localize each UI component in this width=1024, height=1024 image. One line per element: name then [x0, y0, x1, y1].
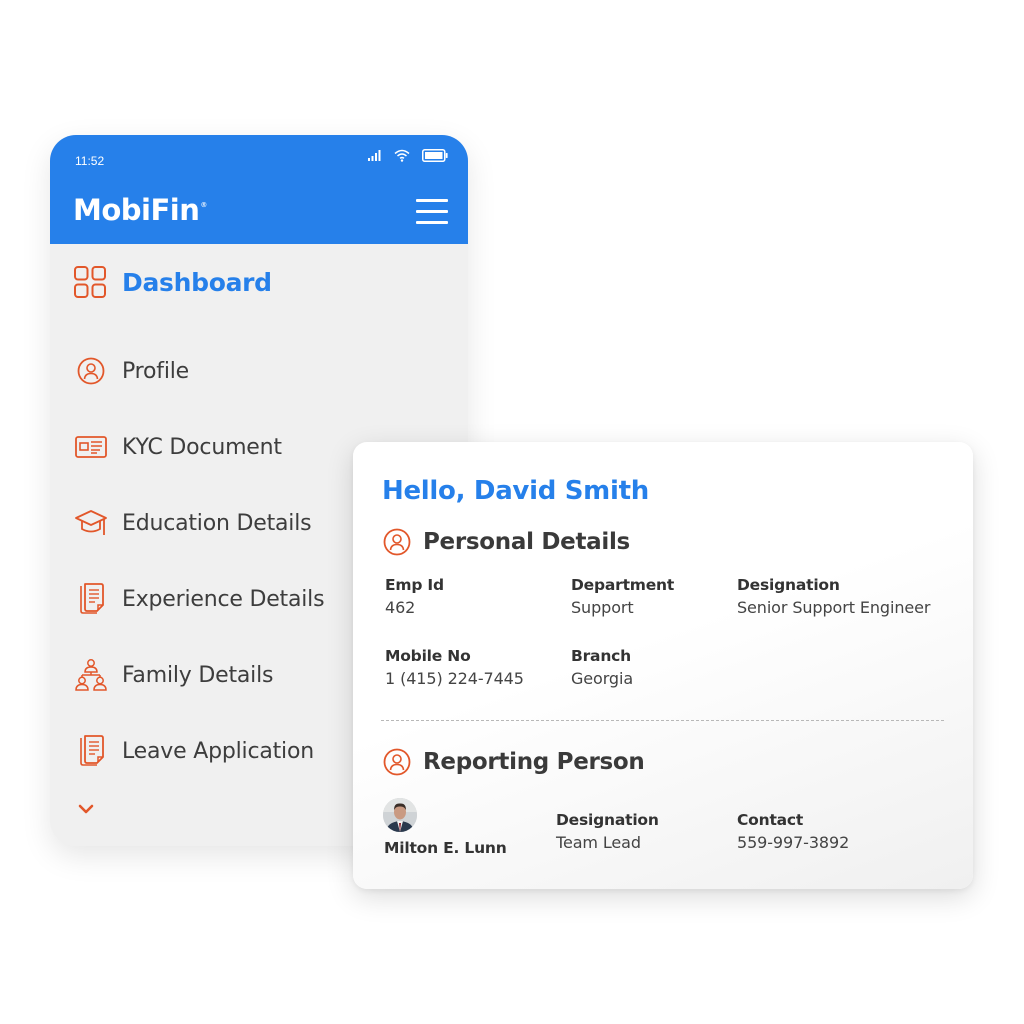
section-divider: [381, 720, 944, 721]
field-label: Designation: [556, 811, 659, 829]
field-reporting-contact: Contact 559-997-3892: [737, 811, 849, 852]
field-label: Designation: [737, 576, 840, 594]
greeting-heading: Hello, David Smith: [382, 476, 649, 506]
reporting-person-heading: Reporting Person: [383, 748, 645, 776]
sidebar-item-education-details[interactable]: Education Details: [74, 506, 312, 540]
field-label: Emp Id: [385, 576, 444, 594]
sidebar-item-family-details[interactable]: Family Details: [74, 658, 273, 692]
chevron-down-icon: [78, 804, 94, 814]
icon-wrapper: [74, 354, 108, 388]
sidebar-item-label: Profile: [122, 358, 190, 384]
field-mobile-no: Mobile No 1 (415) 224-7445: [385, 647, 524, 688]
hamburger-line: [416, 210, 448, 213]
section-title-text: Personal Details: [423, 529, 630, 555]
field-reporting-designation: Designation Team Lead: [556, 811, 659, 852]
field-designation: Designation Senior Support Engineer: [737, 576, 930, 617]
sidebar-item-dashboard[interactable]: Dashboard: [74, 266, 272, 298]
field-value: Senior Support Engineer: [737, 598, 931, 617]
field-label: Mobile No: [385, 647, 471, 665]
icon-wrapper: [74, 430, 108, 464]
hamburger-menu-button[interactable]: [416, 199, 448, 225]
user-circle-icon: [77, 357, 105, 385]
reporting-person-name: Milton E. Lunn: [384, 839, 507, 857]
field-emp-id: Emp Id 462: [385, 576, 444, 617]
field-value: 1 (415) 224-7445: [385, 669, 524, 688]
sidebar-item-label: Experience Details: [122, 586, 325, 612]
sidebar-item-label: Leave Application: [122, 738, 314, 764]
field-department: Department Support: [571, 576, 674, 617]
field-branch: Branch Georgia: [571, 647, 633, 688]
sidebar-item-kyc-document[interactable]: KYC Document: [74, 430, 282, 464]
employee-details-card: Hello, David Smith Personal Details Emp …: [353, 442, 973, 889]
battery-icon: [422, 149, 448, 162]
documents-icon: [80, 583, 104, 614]
status-time: 11:52: [75, 154, 105, 168]
icon-wrapper: [74, 734, 108, 768]
field-label: Branch: [571, 647, 631, 665]
icon-wrapper: [74, 582, 108, 616]
icon-wrapper: [74, 658, 108, 692]
field-value: Georgia: [571, 669, 634, 688]
status-icons: [368, 149, 448, 162]
sidebar-item-label: Family Details: [122, 662, 274, 688]
grid-icon: [74, 266, 106, 298]
registered-mark: ®: [200, 201, 207, 209]
field-label: Department: [571, 576, 675, 594]
wifi-icon: [394, 149, 410, 162]
signal-icon: [368, 150, 381, 161]
avatar: [383, 798, 417, 832]
person-photo-icon: [383, 798, 417, 832]
personal-details-heading: Personal Details: [383, 528, 630, 556]
hamburger-line: [416, 221, 448, 224]
sidebar-item-label: KYC Document: [122, 434, 282, 460]
section-title-text: Reporting Person: [423, 749, 645, 775]
sidebar-item-leave-application[interactable]: Leave Application: [74, 734, 314, 768]
family-tree-icon: [75, 659, 107, 691]
show-more-button[interactable]: [78, 800, 98, 816]
graduation-cap-icon: [75, 510, 107, 535]
field-value: 462: [385, 598, 416, 617]
user-circle-icon: [383, 528, 411, 556]
field-label: Contact: [737, 811, 804, 829]
hamburger-menu-icon: [416, 199, 448, 202]
documents-icon: [80, 735, 104, 766]
sidebar-item-experience-details[interactable]: Experience Details: [74, 582, 325, 616]
field-value: 559-997-3892: [737, 833, 850, 852]
sidebar-item-label: Dashboard: [122, 267, 272, 297]
sidebar-item-label: Education Details: [122, 510, 312, 536]
user-circle-icon: [383, 748, 411, 776]
icon-wrapper: [74, 506, 108, 540]
sidebar-item-profile[interactable]: Profile: [74, 354, 189, 388]
field-value: Team Lead: [556, 833, 641, 852]
brand-logo: MobiFin®: [73, 193, 207, 227]
id-card-icon: [75, 436, 107, 458]
brand-name: MobiFin: [73, 193, 200, 227]
app-header: 11:52 MobiFin®: [50, 135, 468, 244]
field-value: Support: [571, 598, 634, 617]
